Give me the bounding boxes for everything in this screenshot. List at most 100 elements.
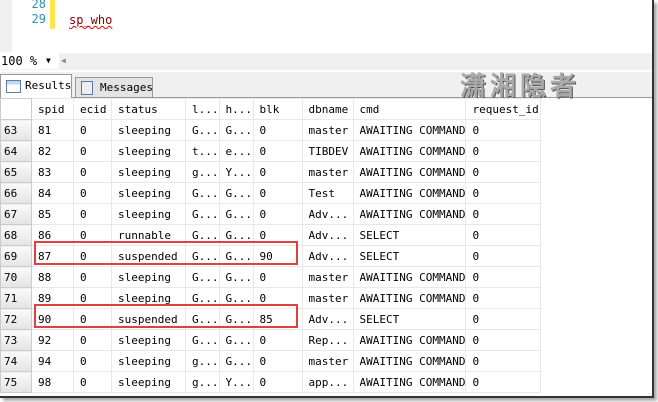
cell-status[interactable]: sleeping [111, 266, 186, 288]
cell-blk[interactable]: 0 [252, 371, 303, 393]
cell-blk[interactable]: 0 [252, 140, 303, 162]
cell-request_id[interactable]: 0 [465, 245, 542, 267]
column-header[interactable]: spid [31, 98, 74, 120]
cell-request_id[interactable]: 0 [465, 287, 542, 309]
cell-dbname[interactable]: master [301, 287, 354, 309]
cell-l[interactable]: G... [185, 119, 220, 141]
column-header[interactable]: blk [252, 98, 303, 120]
row-number[interactable]: 67 [0, 203, 32, 225]
cell-dbname[interactable]: Adv... [301, 224, 354, 246]
table-row[interactable]: 66 84 0 sleeping G... G... 0 Test AWAITING COMMA… [0, 182, 542, 204]
cell-h[interactable]: G... [218, 203, 254, 225]
cell-blk[interactable]: 0 [252, 266, 303, 288]
table-row[interactable]: 75 98 0 sleeping g... Y... 0 app... AWAITING COM… [0, 371, 542, 393]
code-line[interactable]: sp_who [69, 13, 112, 27]
cell-h[interactable]: G... [218, 266, 254, 288]
cell-l[interactable]: g... [185, 371, 220, 393]
cell-blk[interactable]: 0 [252, 119, 303, 141]
cell-blk[interactable]: 0 [252, 350, 303, 372]
cell-cmd[interactable]: AWAITING COMMAND [352, 266, 467, 288]
cell-dbname[interactable]: Adv... [301, 245, 354, 267]
cell-request_id[interactable]: 0 [465, 203, 542, 225]
cell-ecid[interactable]: 0 [73, 266, 112, 288]
row-number[interactable]: 63 [0, 119, 32, 141]
table-row[interactable]: 70 88 0 sleeping G... G... 0 master AWAITING COM… [0, 266, 542, 288]
column-header[interactable]: ecid [73, 98, 112, 120]
cell-ecid[interactable]: 0 [73, 350, 112, 372]
cell-request_id[interactable]: 0 [465, 266, 542, 288]
table-row[interactable]: 74 94 0 sleeping g... G... 0 master AWAITING COM… [0, 350, 542, 372]
cell-spid[interactable]: 85 [31, 203, 74, 225]
cell-cmd[interactable]: AWAITING COMMAND [352, 203, 467, 225]
cell-dbname[interactable]: master [301, 161, 354, 183]
row-number[interactable]: 73 [0, 329, 32, 351]
cell-l[interactable]: G... [185, 329, 220, 351]
column-header[interactable]: status [111, 98, 186, 120]
cell-request_id[interactable]: 0 [465, 371, 542, 393]
cell-spid[interactable]: 81 [31, 119, 74, 141]
row-number[interactable]: 65 [0, 161, 32, 183]
cell-h[interactable]: e... [218, 140, 254, 162]
cell-dbname[interactable]: TIBDEV [301, 140, 354, 162]
cell-request_id[interactable]: 0 [465, 182, 542, 204]
column-header[interactable] [0, 98, 32, 120]
cell-spid[interactable]: 84 [31, 182, 74, 204]
row-number[interactable]: 75 [0, 371, 32, 393]
zoom-select[interactable]: 100 % ▼ [0, 53, 59, 69]
column-header[interactable]: cmd [352, 98, 467, 120]
cell-ecid[interactable]: 0 [73, 140, 112, 162]
row-number[interactable]: 68 [0, 224, 32, 246]
table-row[interactable]: 64 82 0 sleeping t... e... 0 TIBDEV AWAITING COM… [0, 140, 542, 162]
cell-status[interactable]: sleeping [111, 329, 186, 351]
cell-h[interactable]: G... [218, 329, 254, 351]
cell-cmd[interactable]: AWAITING COMMAND [352, 350, 467, 372]
cell-spid[interactable]: 82 [31, 140, 74, 162]
cell-request_id[interactable]: 0 [465, 329, 542, 351]
cell-ecid[interactable]: 0 [73, 329, 112, 351]
scroll-left-icon[interactable]: ◀ [61, 53, 66, 69]
row-number[interactable]: 71 [0, 287, 32, 309]
cell-spid[interactable]: 92 [31, 329, 74, 351]
cell-request_id[interactable]: 0 [465, 350, 542, 372]
cell-blk[interactable]: 0 [252, 161, 303, 183]
cell-request_id[interactable]: 0 [465, 119, 542, 141]
cell-cmd[interactable]: SELECT [352, 224, 467, 246]
row-number[interactable]: 66 [0, 182, 32, 204]
table-row[interactable]: 67 85 0 sleeping G... G... 0 Adv... AWAITING COM… [0, 203, 542, 225]
column-header[interactable]: request_id [465, 98, 542, 120]
cell-dbname[interactable]: master [301, 350, 354, 372]
cell-status[interactable]: sleeping [111, 182, 186, 204]
cell-request_id[interactable]: 0 [465, 140, 542, 162]
cell-dbname[interactable]: Adv... [301, 308, 354, 330]
cell-cmd[interactable]: AWAITING COMMAND [352, 287, 467, 309]
row-number[interactable]: 74 [0, 350, 32, 372]
cell-spid[interactable]: 88 [31, 266, 74, 288]
cell-dbname[interactable]: master [301, 119, 354, 141]
cell-cmd[interactable]: AWAITING COMMAND [352, 371, 467, 393]
query-editor[interactable]: 28 29 sp_who [0, 0, 652, 52]
cell-status[interactable]: sleeping [111, 140, 186, 162]
row-number[interactable]: 72 [0, 308, 32, 330]
column-header[interactable]: l... [185, 98, 220, 120]
cell-dbname[interactable]: app... [301, 371, 354, 393]
cell-cmd[interactable]: SELECT [352, 245, 467, 267]
cell-l[interactable]: G... [185, 182, 220, 204]
cell-cmd[interactable]: SELECT [352, 308, 467, 330]
table-row[interactable]: 73 92 0 sleeping G... G... 0 Rep... AWAITING COM… [0, 329, 542, 351]
column-header[interactable]: dbname [301, 98, 354, 120]
cell-spid[interactable]: 94 [31, 350, 74, 372]
cell-status[interactable]: sleeping [111, 203, 186, 225]
cell-h[interactable]: Y... [218, 161, 254, 183]
cell-status[interactable]: sleeping [111, 350, 186, 372]
cell-dbname[interactable]: Adv... [301, 203, 354, 225]
row-number[interactable]: 69 [0, 245, 32, 267]
cell-ecid[interactable]: 0 [73, 182, 112, 204]
cell-l[interactable]: g... [185, 161, 220, 183]
cell-spid[interactable]: 83 [31, 161, 74, 183]
cell-cmd[interactable]: AWAITING COMMAND [352, 140, 467, 162]
cell-status[interactable]: sleeping [111, 119, 186, 141]
cell-l[interactable]: G... [185, 203, 220, 225]
cell-h[interactable]: G... [218, 182, 254, 204]
cell-blk[interactable]: 0 [252, 203, 303, 225]
cell-cmd[interactable]: AWAITING COMMAND [352, 329, 467, 351]
